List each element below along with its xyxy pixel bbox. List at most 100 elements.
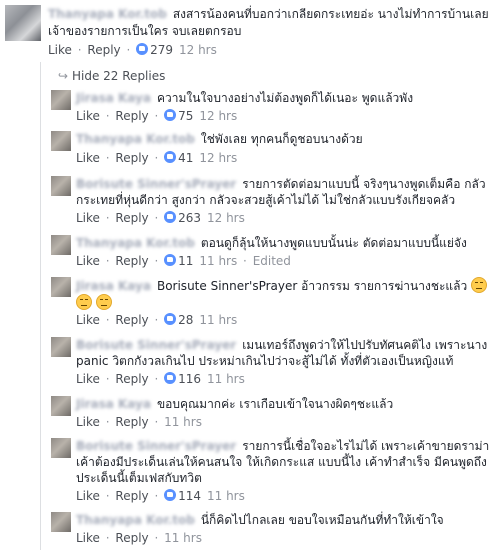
reply-link[interactable]: Reply [115, 313, 148, 327]
reply-body: ประเด็นนี้เต็มเฟสกับทวิต [76, 471, 202, 485]
reply-author-name[interactable]: Jirasa Kaya [76, 397, 151, 411]
like-link[interactable]: Like [76, 415, 100, 429]
reply-actions: Like · Reply · 11 hrs [76, 415, 202, 429]
edited-label[interactable]: Edited [253, 254, 291, 268]
main-comment-line2: เจ้าของรายการเป็นใคร จบเลยตกรอบ [48, 24, 242, 38]
reply-text: Thanyapa Kor.tob ตอนดูก็ลุ้นให้นางพูดแบบน… [76, 235, 467, 251]
reply-avatar[interactable] [51, 235, 71, 255]
expressionless-face-icon [471, 277, 488, 293]
like-link[interactable]: Like [76, 313, 100, 327]
reply-link[interactable]: Reply [115, 415, 148, 429]
like-link[interactable]: Like [76, 531, 100, 545]
hide-arrow-icon: ↪ [58, 69, 69, 83]
like-thumb-icon [164, 489, 177, 501]
reply-body: รายการนี้เชื่อใจอะไรไม่ได้ เพราะเค้าขายด… [242, 439, 490, 453]
like-link[interactable]: Like [76, 151, 100, 165]
like-count[interactable]: 11 [178, 254, 193, 268]
main-comment-text: Thanyapa Kor.tob สงสารน้องคนที่บอกว่าเกลี… [48, 6, 489, 22]
reply-actions: Like · Reply · 75 12 hrs [76, 109, 238, 123]
reply-actions: Like · Reply · 28 11 hrs [76, 313, 238, 327]
reply-body: เมนเทอร์ถึงพูดว่าให้ไปปรับทัศนคติไง เพรา… [242, 338, 488, 352]
reply-link[interactable]: Reply [115, 372, 148, 386]
reply-body: ความในใจบางอย่างไม่ต้องพูดก็ได้เนอะ พูดแ… [156, 91, 414, 105]
main-comment-line2-wrap: เจ้าของรายการเป็นใคร จบเลยตกรอบ [48, 23, 241, 39]
reply-avatar[interactable] [51, 131, 71, 151]
reply-actions: Like · Reply · 41 12 hrs [76, 151, 238, 165]
reply-timestamp[interactable]: 11 hrs [207, 489, 245, 503]
reply-body: ขอบคุณมากค่ะ เราเกือบเข้าใจนางผิดๆชะแล้ว [156, 397, 394, 411]
reply-body: เค้าต้องมีประเด็นเล่นให้คนสนใจ ให้เกิดกร… [76, 455, 487, 469]
expressionless-face-icon [76, 294, 92, 310]
reply-avatar[interactable] [51, 176, 71, 196]
reply-timestamp[interactable]: 11 hrs [164, 415, 202, 429]
like-count[interactable]: 114 [178, 489, 201, 503]
reply-author-name[interactable]: Thanyapa Kor.tob [76, 513, 195, 527]
reply-author-name[interactable]: Borisute Sinner'sPrayer [76, 439, 236, 453]
reply-body: รายการตัดต่อมาแบบนี้ จริงๆนางพูดเต็มคือ … [242, 177, 486, 191]
like-link[interactable]: Like [76, 211, 100, 225]
reply-link[interactable]: Reply [115, 531, 148, 545]
reply-text: Borisute Sinner'sPrayer เมนเทอร์ถึงพูดว่า… [76, 337, 487, 353]
reply-body: Borisute Sinner'sPrayer อ้าวกรรม รายการฆ… [156, 279, 468, 293]
expressionless-face-icon [95, 294, 112, 310]
like-link[interactable]: Like [76, 254, 100, 268]
reply-author-name[interactable]: Borisute Sinner'sPrayer [76, 338, 236, 352]
like-link[interactable]: Like [76, 372, 100, 386]
like-thumb-icon [136, 43, 149, 55]
like-link[interactable]: Like [76, 109, 100, 123]
reply-text: Borisute Sinner'sPrayer รายการนี้เชื่อใจอ… [76, 438, 489, 454]
reply-text: Jirasa Kaya ขอบคุณมากค่ะ เราเกือบเข้าใจนา… [76, 396, 393, 412]
like-count[interactable]: 279 [150, 43, 173, 57]
like-thumb-icon [164, 211, 177, 223]
reply-link[interactable]: Reply [115, 489, 148, 503]
reply-timestamp[interactable]: 11 hrs [164, 531, 202, 545]
reply-link[interactable]: Reply [115, 254, 148, 268]
reply-body: นี่ก็คิดไปไกลเลย ขอบใจเหมือนกันที่ทำให้เ… [200, 513, 444, 527]
comment-timestamp[interactable]: 12 hrs [179, 43, 217, 57]
like-count[interactable]: 41 [178, 151, 193, 165]
like-thumb-icon [164, 109, 177, 121]
reply-avatar[interactable] [51, 438, 71, 458]
hide-replies-link[interactable]: ↪ Hide 22 Replies [58, 68, 165, 84]
reply-timestamp[interactable]: 11 hrs [199, 254, 237, 268]
main-commenter-avatar[interactable] [5, 5, 41, 41]
reply-avatar[interactable] [51, 512, 71, 532]
reply-avatar[interactable] [51, 90, 71, 110]
reply-link[interactable]: Reply [87, 43, 120, 57]
reply-link[interactable]: Reply [115, 109, 148, 123]
reply-avatar[interactable] [51, 396, 71, 416]
reply-actions: Like · Reply · 263 12 hrs [76, 211, 245, 225]
reply-avatar[interactable] [51, 337, 71, 357]
main-comment-actions: Like · Reply · 279 12 hrs [48, 43, 217, 57]
reply-author-name[interactable]: Thanyapa Kor.tob [76, 236, 195, 250]
reply-timestamp[interactable]: 11 hrs [199, 313, 237, 327]
reply-author-name[interactable]: Borisute Sinner'sPrayer [76, 177, 236, 191]
like-link[interactable]: Like [48, 43, 72, 57]
like-thumb-icon [164, 151, 177, 163]
reply-actions: Like · Reply · 116 11 hrs [76, 372, 245, 386]
like-link[interactable]: Like [76, 489, 100, 503]
reply-text-line2: panic วิตกกังวลเกินไป ประหม่าเกินไปว่าจะ… [76, 353, 453, 369]
reply-thread-line [40, 62, 41, 550]
reply-timestamp[interactable]: 12 hrs [199, 109, 237, 123]
reply-author-name[interactable]: Thanyapa Kor.tob [76, 132, 195, 146]
reply-avatar[interactable] [51, 277, 71, 297]
reply-body: ใช่พังเลย ทุกคนก็ดูชอบนางด้วย [200, 132, 363, 146]
reply-text: Thanyapa Kor.tob ใช่พังเลย ทุกคนก็ดูชอบนา… [76, 131, 363, 147]
like-count[interactable]: 28 [178, 313, 193, 327]
reply-emoji-row [76, 294, 112, 311]
reply-link[interactable]: Reply [115, 151, 148, 165]
reply-author-name[interactable]: Jirasa Kaya [76, 279, 151, 293]
reply-timestamp[interactable]: 12 hrs [199, 151, 237, 165]
main-commenter-name[interactable]: Thanyapa Kor.tob [48, 7, 167, 21]
reply-author-name[interactable]: Jirasa Kaya [76, 91, 151, 105]
reply-link[interactable]: Reply [115, 211, 148, 225]
reply-actions: Like · Reply · 11 11 hrs · Edited [76, 254, 291, 268]
reply-actions: Like · Reply · 114 11 hrs [76, 489, 245, 503]
reply-timestamp[interactable]: 12 hrs [207, 211, 245, 225]
like-count[interactable]: 75 [178, 109, 193, 123]
like-count[interactable]: 263 [178, 211, 201, 225]
like-count[interactable]: 116 [178, 372, 201, 386]
reply-text-line2: เค้าต้องมีประเด็นเล่นให้คนสนใจ ให้เกิดกร… [76, 454, 487, 470]
reply-timestamp[interactable]: 11 hrs [207, 372, 245, 386]
